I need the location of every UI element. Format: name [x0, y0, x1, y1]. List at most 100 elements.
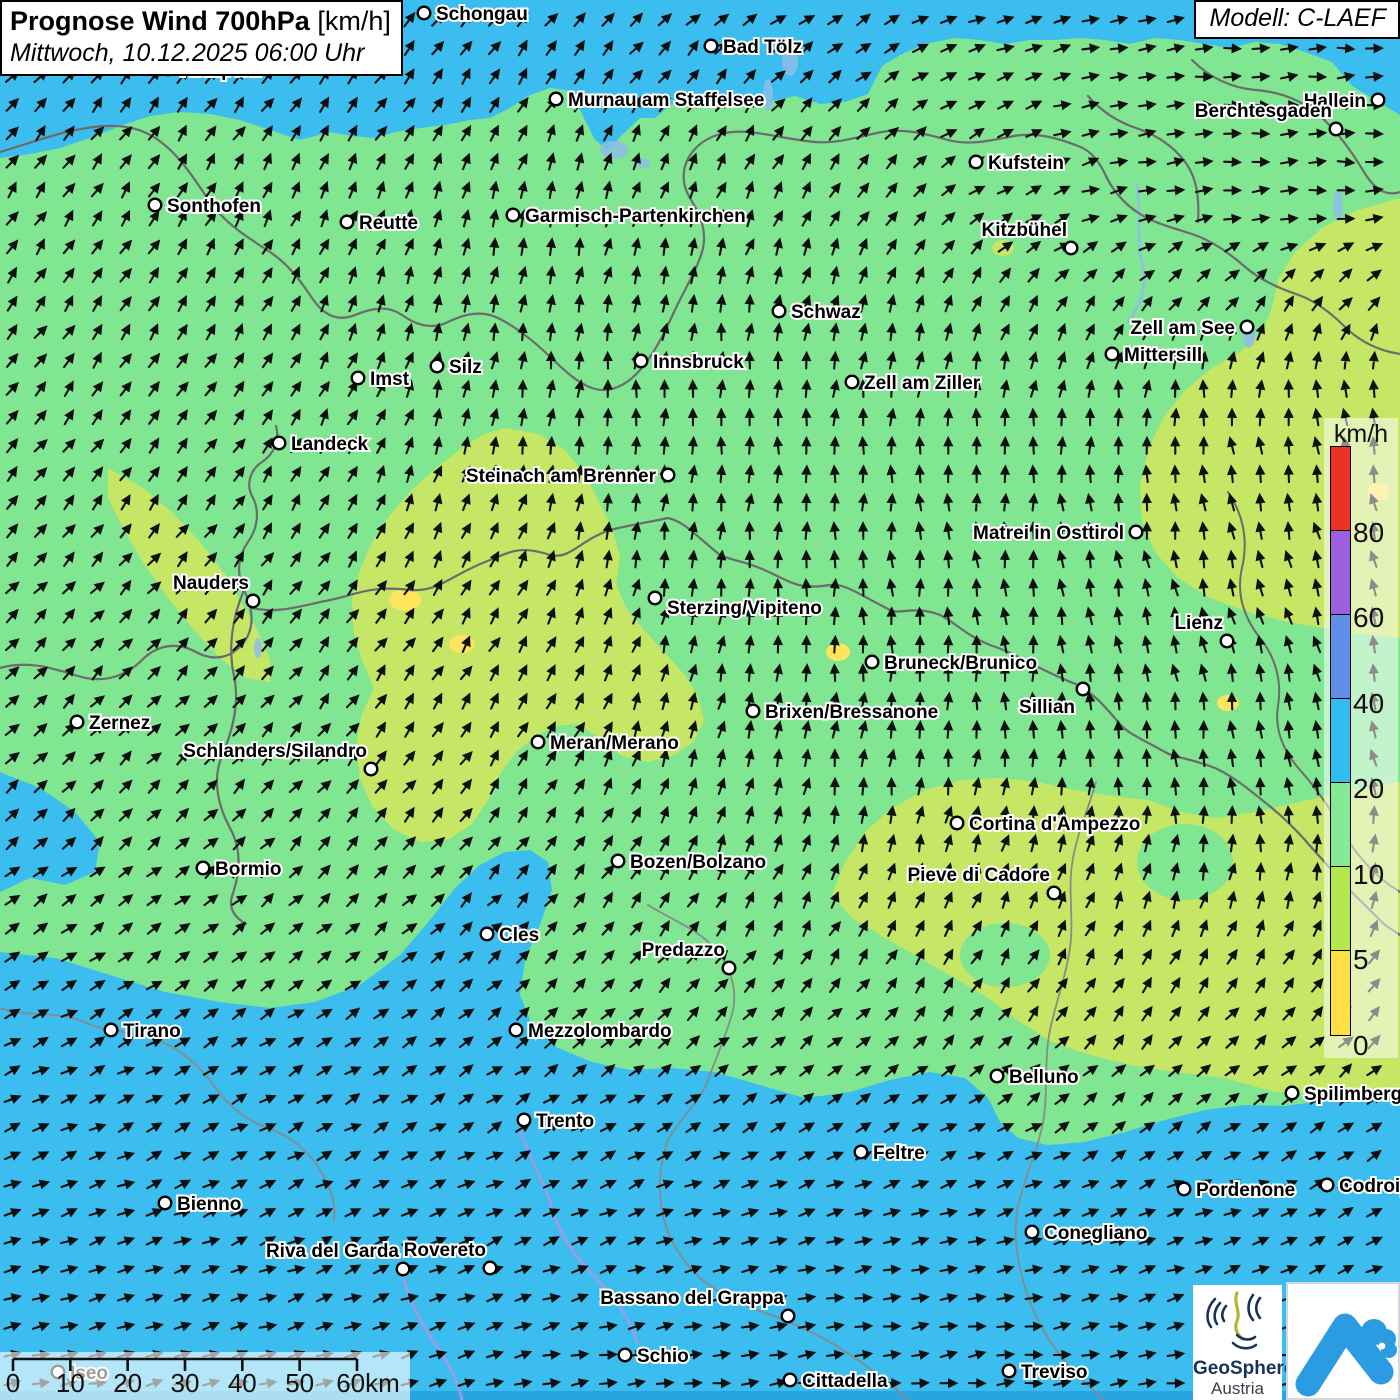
- lake-reschensee: [254, 638, 262, 658]
- city-marker: [149, 199, 162, 212]
- legend-color-bar: [1330, 447, 1351, 1036]
- city: Brixen/Bressanone: [747, 702, 938, 723]
- city: Garmisch-Partenkirchen: [507, 206, 746, 227]
- city-marker: [951, 817, 964, 830]
- city-marker: [352, 372, 365, 385]
- scale-number: 60km: [336, 1368, 400, 1398]
- city-marker: [1241, 321, 1254, 334]
- city: Meran/Merano: [532, 733, 679, 754]
- city-label: Brixen/Bressanone: [765, 702, 938, 723]
- city-label: Garmisch-Partenkirchen: [525, 206, 746, 227]
- city-label: Sterzing/Vipiteno: [667, 598, 822, 619]
- geosphere-logo-country: Austria: [1193, 1379, 1282, 1398]
- city-label: Schlanders/Silandro: [183, 741, 367, 762]
- weather-map-page: SchongauBad TölzKemptenMurnau am Staffel…: [0, 0, 1400, 1400]
- city-marker: [1065, 242, 1078, 255]
- city-marker: [784, 1374, 797, 1387]
- city-label: Belluno: [1009, 1067, 1079, 1088]
- city-label: Kufstein: [988, 153, 1064, 174]
- city-marker: [619, 1349, 632, 1362]
- city-marker: [1321, 1179, 1334, 1192]
- city-marker: [341, 216, 354, 229]
- city-marker: [1286, 1087, 1299, 1100]
- city-marker: [1130, 526, 1143, 539]
- city-label: Berchtesgaden: [1195, 101, 1332, 122]
- legend-segment: [1330, 950, 1351, 1036]
- legend-tick-label: 20: [1353, 773, 1384, 805]
- scale-number: 10: [56, 1368, 85, 1398]
- city-label: Lienz: [1174, 613, 1223, 634]
- city-label: Imst: [370, 369, 410, 390]
- city-label: Bassano del Grappa: [600, 1288, 784, 1309]
- city-label: Cittadella: [802, 1371, 888, 1392]
- region-yellow-patch-2: [449, 635, 475, 653]
- city-marker: [197, 862, 210, 875]
- city-marker: [1003, 1365, 1016, 1378]
- city-label: Riva del Garda: [266, 1241, 399, 1262]
- city: Murnau am Staffelsee: [550, 90, 765, 111]
- city-label: Cles: [499, 925, 539, 946]
- city-marker: [1221, 635, 1234, 648]
- city: Zell am Ziller: [846, 373, 981, 394]
- city-label: Rovereto: [404, 1240, 486, 1261]
- partner-logo-box: [1286, 1282, 1400, 1400]
- city: Cortina d'Ampezzo: [951, 814, 1141, 835]
- city-label: Meran/Merano: [550, 733, 679, 754]
- city-label: Trento: [536, 1111, 594, 1132]
- forecast-valid-time: Mittwoch, 10.12.2025 06:00 Uhr: [10, 39, 391, 68]
- city-marker: [723, 962, 736, 975]
- city-label: Innsbruck: [653, 352, 744, 373]
- city-marker: [1077, 683, 1090, 696]
- city: Bruneck/Brunico: [866, 653, 1037, 674]
- lake-koenigssee: [1333, 189, 1343, 221]
- city: Matrei in Osttirol: [973, 523, 1142, 544]
- city-marker: [532, 736, 545, 749]
- region-yellow-patch-3: [826, 643, 850, 661]
- scale-number: 40: [228, 1368, 257, 1398]
- city-label: Landeck: [291, 434, 369, 455]
- city-marker: [481, 928, 494, 941]
- city-label: Zell am Ziller: [864, 373, 981, 394]
- city-label: Kitzbühel: [982, 220, 1068, 241]
- city-marker: [518, 1114, 531, 1127]
- city-marker: [418, 7, 431, 20]
- city-label: Schio: [637, 1346, 689, 1367]
- forecast-title: Prognose Wind 700hPa [km/h]: [10, 6, 391, 37]
- city-marker: [662, 469, 675, 482]
- city-marker: [773, 305, 786, 318]
- city: Steinach am Brenner: [466, 466, 674, 487]
- lake-achensee: [763, 79, 773, 111]
- legend-tick-label: 40: [1353, 688, 1384, 720]
- map-scale-bar: 0102030405060km: [0, 1352, 410, 1400]
- city-marker: [105, 1024, 118, 1037]
- mountain-cloud-icon: [1288, 1284, 1398, 1398]
- city-marker: [970, 156, 983, 169]
- city-label: Conegliano: [1044, 1223, 1147, 1244]
- city-label: Zernez: [89, 713, 150, 734]
- city-label: Feltre: [873, 1143, 925, 1164]
- city-label: Mittersill: [1124, 345, 1202, 366]
- legend-segment: [1330, 530, 1351, 616]
- model-label: Modell: C-LAEF: [1210, 4, 1386, 32]
- city-label: Steinach am Brenner: [466, 466, 657, 487]
- city-label: Pieve di Cadore: [907, 865, 1050, 886]
- city-marker: [747, 705, 760, 718]
- geosphere-logo-box: GeoSphere Austria: [1193, 1285, 1282, 1400]
- region-yellow-patch-4: [1217, 695, 1239, 711]
- city-label: Treviso: [1021, 1362, 1088, 1383]
- city-label: Bormio: [215, 859, 282, 880]
- lake-staffelsee: [600, 141, 628, 159]
- city: Mezzolombardo: [510, 1021, 672, 1042]
- geosphere-logo-name: GeoSphere: [1193, 1359, 1282, 1379]
- city-label: Bruneck/Brunico: [884, 653, 1037, 674]
- city-marker: [1048, 887, 1061, 900]
- city-marker: [397, 1263, 410, 1276]
- city-label: Sonthofen: [167, 196, 261, 217]
- city-marker: [649, 592, 662, 605]
- model-label-box: Modell: C-LAEF: [1194, 0, 1400, 39]
- city: Zell am See: [1130, 318, 1253, 339]
- city-marker: [484, 1262, 497, 1275]
- city-marker: [866, 656, 879, 669]
- city-label: Nauders: [173, 573, 249, 594]
- city: Pordenone: [1178, 1180, 1296, 1201]
